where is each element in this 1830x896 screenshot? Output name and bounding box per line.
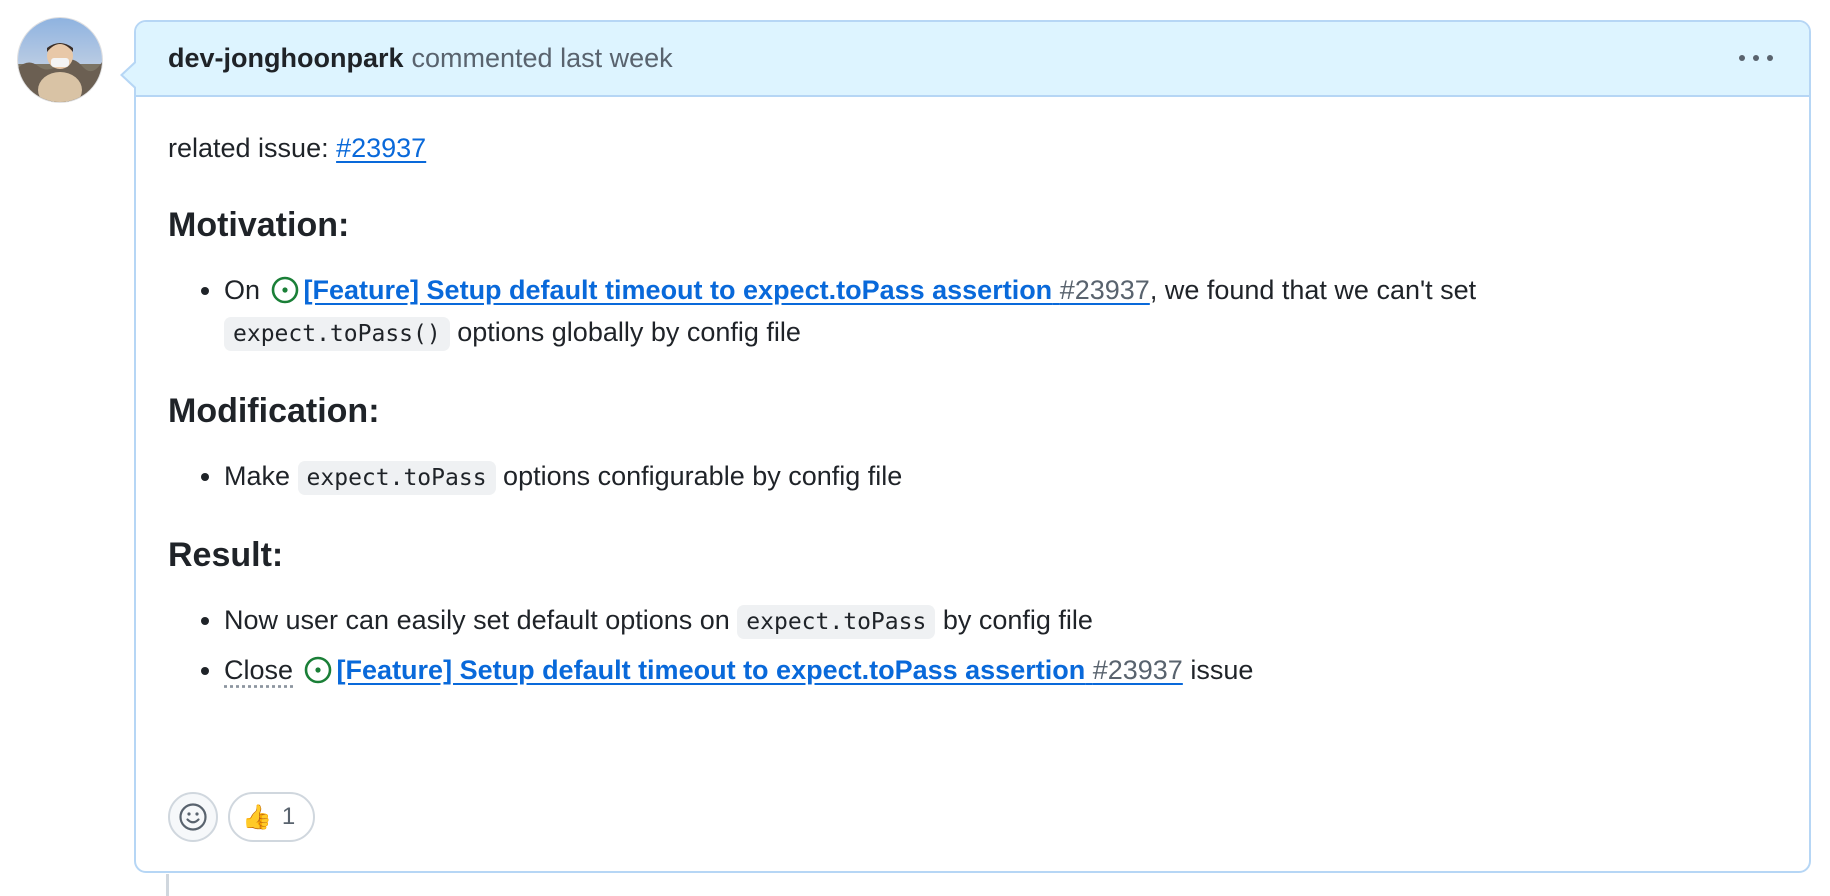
comment-timestamp[interactable]: commented last week	[412, 43, 673, 74]
modification-list: Make expect.toPass options configurable …	[168, 455, 1777, 499]
issue-opened-icon	[304, 656, 331, 684]
comment-box: dev-jonghoonpark commented last week rel…	[120, 20, 1811, 873]
issue-reference[interactable]: [Feature] Setup default timeout to expec…	[301, 655, 1183, 685]
modification-heading: Modification:	[168, 392, 380, 430]
close-keyword[interactable]: Close	[224, 655, 293, 685]
add-reaction-button[interactable]	[168, 792, 218, 842]
result-list: Now user can easily set default options …	[168, 599, 1777, 691]
comment-header: dev-jonghoonpark commented last week	[136, 22, 1809, 97]
issue-title: [Feature] Setup default timeout to expec…	[303, 275, 1053, 305]
author-link[interactable]: dev-jonghoonpark	[168, 43, 404, 74]
inline-code: expect.toPass	[737, 605, 936, 639]
reaction-count: 1	[281, 803, 296, 830]
comment-arrow-inner	[123, 62, 137, 88]
issue-number: #23937	[1092, 655, 1183, 685]
kebab-horizontal-icon[interactable]	[1739, 48, 1773, 68]
issue-number: #23937	[1059, 275, 1150, 305]
list-item-text: On	[224, 275, 268, 305]
list-item: Make expect.toPass options configurable …	[224, 455, 1777, 499]
list-item-text: Now user can easily set default options …	[224, 605, 738, 635]
thumbs-up-reaction[interactable]: 👍 1	[228, 792, 316, 842]
list-item-text: options configurable by config file	[495, 461, 903, 491]
smiley-icon	[179, 803, 207, 831]
result-heading: Result:	[168, 536, 284, 574]
motivation-list: On [Feature] Setup default timeout to ex…	[168, 269, 1777, 355]
list-item-text: Make	[224, 461, 298, 491]
related-issue-line: related issue: #23937	[168, 127, 1777, 169]
reactions-bar: 👍 1	[168, 792, 316, 842]
thumbs-up-icon: 👍	[242, 803, 272, 831]
list-item: On [Feature] Setup default timeout to ex…	[224, 269, 1777, 355]
comment-body: related issue: #23937 Motivation: On [Fe…	[136, 97, 1809, 691]
list-item-text: options globally by config file	[449, 317, 801, 347]
issue-reference[interactable]: [Feature] Setup default timeout to expec…	[268, 275, 1150, 305]
list-item-text: , we found that we can't set	[1149, 275, 1477, 305]
inline-code: expect.toPass()	[224, 317, 450, 351]
list-item: Now user can easily set default options …	[224, 599, 1777, 643]
issue-title: [Feature] Setup default timeout to expec…	[336, 655, 1086, 685]
motivation-heading: Motivation:	[168, 206, 350, 244]
timeline-line	[166, 874, 169, 896]
avatar[interactable]	[18, 18, 102, 102]
list-item: Close [Feature] Setup default timeout to…	[224, 649, 1777, 691]
inline-code: expect.toPass	[297, 461, 496, 495]
page: dev-jonghoonpark commented last week rel…	[0, 0, 1830, 896]
issue-opened-icon	[271, 276, 298, 304]
list-item-text: by config file	[935, 605, 1093, 635]
related-issue-label: related issue:	[168, 133, 337, 163]
list-item-text: issue	[1182, 655, 1254, 685]
related-issue-link[interactable]: #23937	[336, 133, 426, 163]
